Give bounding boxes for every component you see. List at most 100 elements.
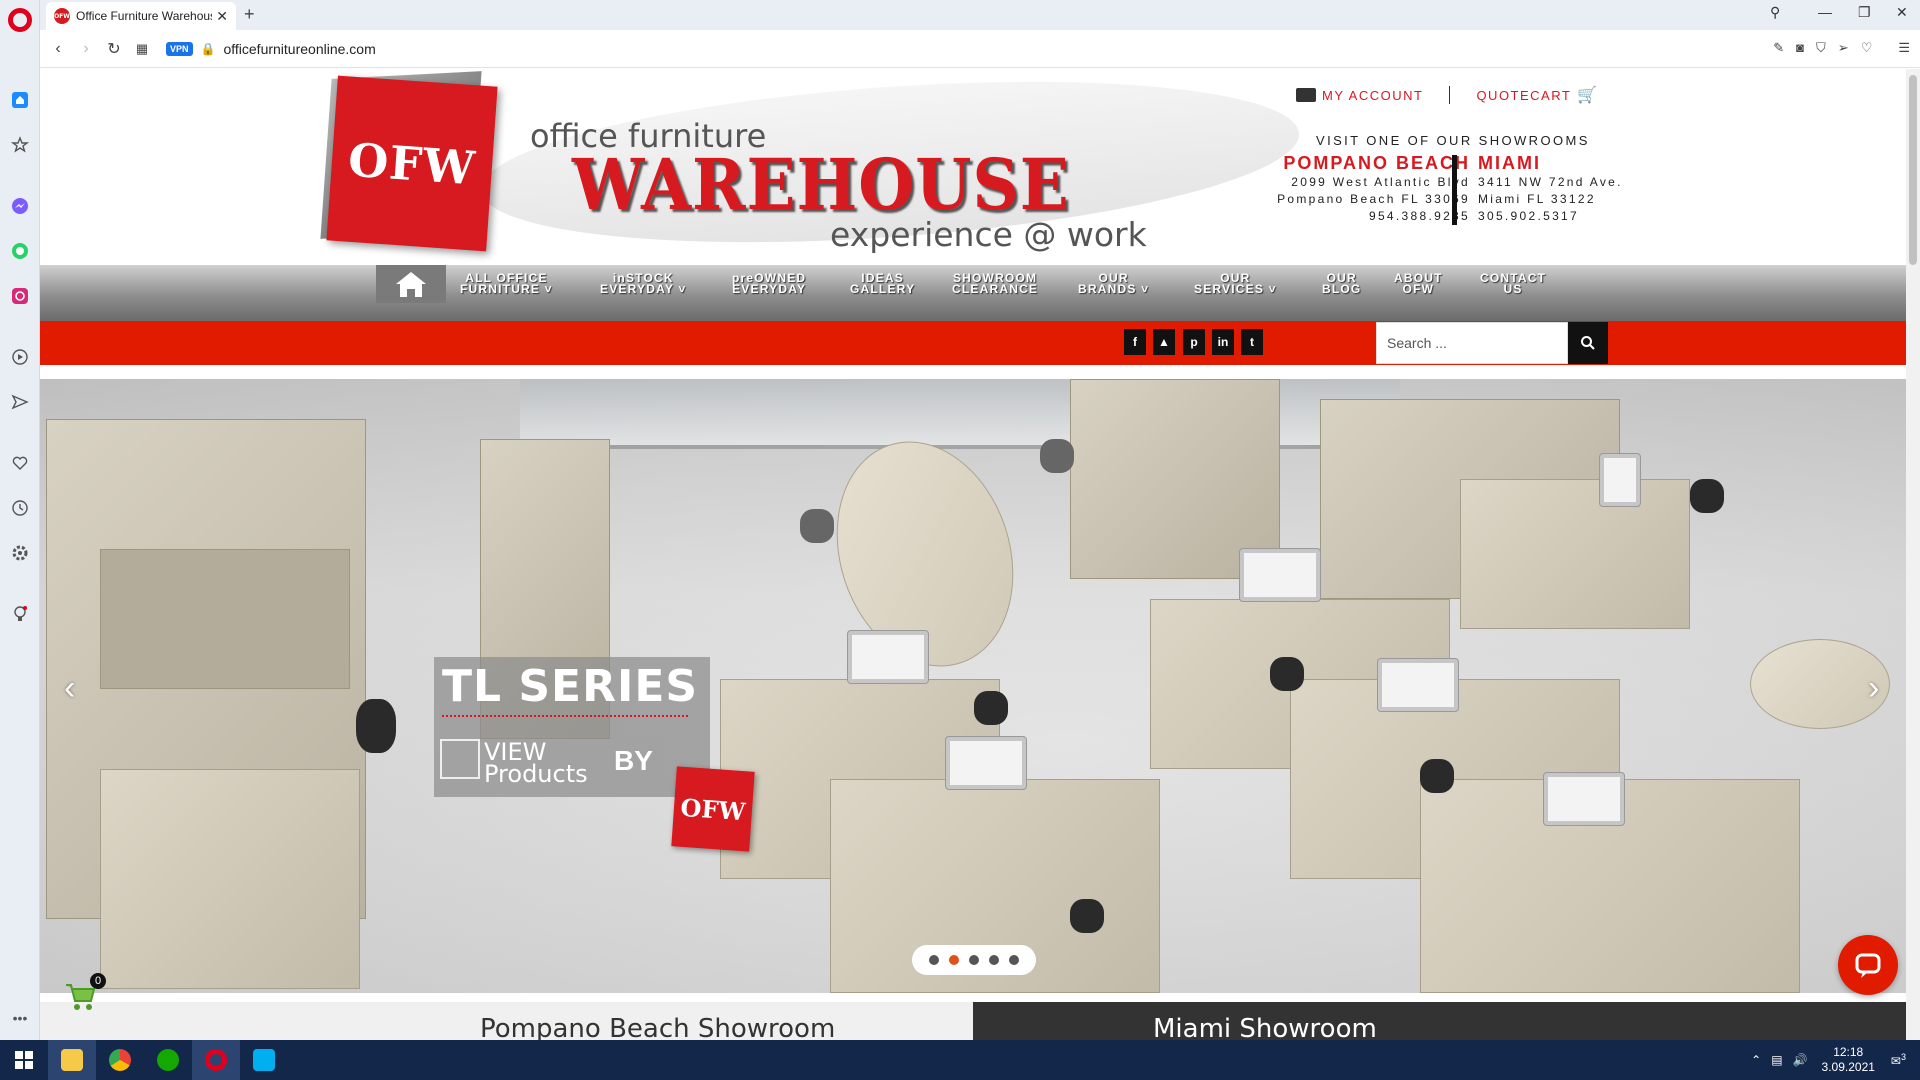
nav-contact-us[interactable]: CONTACT US [1480, 272, 1546, 295]
tabs-grid-icon[interactable]: ▦ [128, 41, 156, 57]
page-scrollbar[interactable] [1906, 69, 1920, 1040]
hero-slider[interactable]: TL SERIES VIEW Products BY OFW ‹ › [40, 379, 1906, 993]
chrome-taskbar[interactable] [96, 1040, 144, 1080]
search-button[interactable] [1568, 322, 1608, 364]
upwork-icon [157, 1049, 179, 1071]
clock-time: 12:18 [1833, 1045, 1864, 1059]
nav-our-brands[interactable]: OUR BRANDS ˅ [1078, 272, 1149, 295]
promo-banner[interactable]: TL SERIES VIEW Products BY [434, 657, 710, 797]
tips-bulb-icon[interactable] [10, 604, 30, 624]
miami-showroom-tile[interactable]: Miami Showroom [973, 1002, 1906, 1040]
nav-our-blog[interactable]: OUR BLOG [1322, 272, 1361, 295]
snapshot-camera-icon[interactable]: ◙ [1796, 40, 1804, 56]
slider-next-arrow[interactable]: › [1868, 669, 1879, 708]
tray-chevron-icon[interactable]: ⌃ [1751, 1053, 1761, 1067]
slider-dot-active[interactable] [949, 955, 959, 965]
messenger-icon[interactable] [10, 196, 30, 216]
location-phone[interactable]: 305.902.5317 [1478, 208, 1678, 225]
clock-date: 3.09.2021 [1821, 1060, 1875, 1074]
network-icon[interactable]: ▤ [1771, 1053, 1782, 1067]
notifications-icon[interactable]: ✉3 [1891, 1052, 1906, 1068]
restore-icon[interactable]: ❐ [1858, 4, 1871, 21]
expand-arrow-icon [440, 739, 480, 779]
clock[interactable]: 12:18 3.09.2021 [1822, 1045, 1875, 1075]
speed-dial-icon[interactable] [10, 135, 30, 155]
slider-prev-arrow[interactable]: ‹ [64, 669, 75, 708]
nav-preowned-everyday[interactable]: preOWNED EVERYDAY [732, 272, 807, 296]
location-miami: MIAMI 3411 NW 72nd Ave. Miami FL 33122 3… [1478, 153, 1678, 225]
home-nav-button[interactable] [376, 265, 446, 303]
search-tabs-icon[interactable]: ⚲ [1770, 4, 1780, 21]
slider-dot[interactable] [929, 955, 939, 965]
easy-setup-menu-icon[interactable]: ☰ [1898, 40, 1910, 56]
bookmarks-heart-icon[interactable] [10, 453, 30, 473]
player-icon[interactable] [10, 347, 30, 367]
nav-ideas-gallery[interactable]: IDEAS GALLERY [850, 272, 915, 295]
location-name[interactable]: MIAMI [1478, 153, 1678, 174]
opera-taskbar[interactable] [192, 1040, 240, 1080]
skype-taskbar[interactable] [240, 1040, 288, 1080]
hero-chair [1040, 439, 1074, 473]
brand-main-text: WAREHOUSE [572, 143, 1070, 226]
minimize-icon[interactable]: — [1818, 4, 1832, 20]
quotecart-link[interactable]: QUOTECART [1476, 88, 1571, 103]
location-name[interactable]: POMPANO BEACH [1210, 153, 1470, 174]
slider-dot[interactable] [1009, 955, 1019, 965]
floating-cart[interactable]: 0 [62, 973, 106, 1017]
youtube-icon[interactable]: ▲ [1153, 329, 1175, 355]
live-chat-button[interactable] [1838, 935, 1898, 995]
nav-our-services[interactable]: OUR SERVICES ˅ [1194, 272, 1277, 295]
scrollbar-thumb[interactable] [1909, 75, 1917, 265]
nav-instock-everyday[interactable]: inSTOCK EVERYDAY ˅ [600, 272, 687, 296]
back-icon[interactable]: ‹ [44, 40, 72, 58]
twitter-icon[interactable]: t [1241, 329, 1263, 355]
home-icon[interactable] [10, 90, 30, 110]
whatsapp-icon[interactable] [10, 241, 30, 261]
new-tab-button[interactable]: + [244, 4, 255, 25]
pinterest-icon[interactable]: p [1183, 329, 1205, 355]
vpn-badge[interactable]: VPN [166, 41, 193, 56]
adblock-shield-icon[interactable]: ⛉ [1816, 40, 1826, 56]
nav-about-ofw[interactable]: ABOUT OFW [1394, 272, 1443, 295]
hero-chair [1070, 899, 1104, 933]
send-flow-icon[interactable]: ➢ [1838, 40, 1849, 56]
close-tab-icon[interactable]: ✕ [216, 8, 228, 25]
bookmark-heart-icon[interactable]: ♡ [1861, 40, 1873, 56]
linkedin-icon[interactable]: in [1212, 329, 1234, 355]
nav-all-office-furniture[interactable]: ALL OFFICE FURNITURE ˅ [460, 272, 553, 295]
home-nav-icon [396, 272, 426, 297]
pompano-showroom-tile[interactable]: Pompano Beach Showroom [40, 1002, 973, 1040]
settings-icon[interactable] [10, 543, 30, 563]
volume-icon[interactable]: 🔊 [1793, 1053, 1808, 1067]
briefcase-icon [1296, 88, 1316, 102]
instagram-icon[interactable] [10, 286, 30, 306]
more-options-icon[interactable]: ••• [10, 1008, 30, 1028]
url-field[interactable]: officefurnitureonline.com [223, 41, 375, 57]
nav-showroom-clearance[interactable]: SHOWROOM CLEARANCE [952, 272, 1038, 295]
start-button[interactable] [0, 1040, 48, 1080]
nav-line: EVERYDAY ˅ [600, 282, 687, 296]
opera-logo-icon[interactable] [8, 8, 32, 32]
reload-icon[interactable]: ↻ [100, 39, 128, 59]
file-explorer-taskbar[interactable] [48, 1040, 96, 1080]
main-nav: ALL OFFICE FURNITURE ˅ inSTOCK EVERYDAY ˅ … [40, 265, 1906, 321]
cart-icon[interactable]: 🛒 [1577, 85, 1598, 105]
close-window-icon[interactable]: ✕ [1896, 4, 1908, 21]
miami-showroom-label: Miami Showroom [1153, 1014, 1377, 1040]
nav-line: EVERYDAY [732, 282, 807, 296]
slider-dot[interactable] [989, 955, 999, 965]
ofw-logo[interactable]: OFW [326, 75, 498, 252]
location-phone[interactable]: 954.388.9235 [1210, 208, 1470, 225]
search-input[interactable]: Search ... [1376, 322, 1568, 364]
forward-icon[interactable]: › [72, 40, 100, 58]
flow-icon[interactable] [10, 392, 30, 412]
upwork-taskbar[interactable] [144, 1040, 192, 1080]
facebook-icon[interactable]: f [1124, 329, 1146, 355]
history-icon[interactable] [10, 498, 30, 518]
tab-active[interactable]: OFW Office Furniture Warehouse ✕ [46, 2, 236, 30]
edit-icon[interactable]: ✎ [1773, 40, 1784, 56]
slider-dot[interactable] [969, 955, 979, 965]
promo-view-products[interactable]: VIEW Products [484, 740, 588, 786]
lock-icon[interactable]: 🔒 [201, 42, 216, 56]
my-account-link[interactable]: MY ACCOUNT [1322, 88, 1423, 103]
